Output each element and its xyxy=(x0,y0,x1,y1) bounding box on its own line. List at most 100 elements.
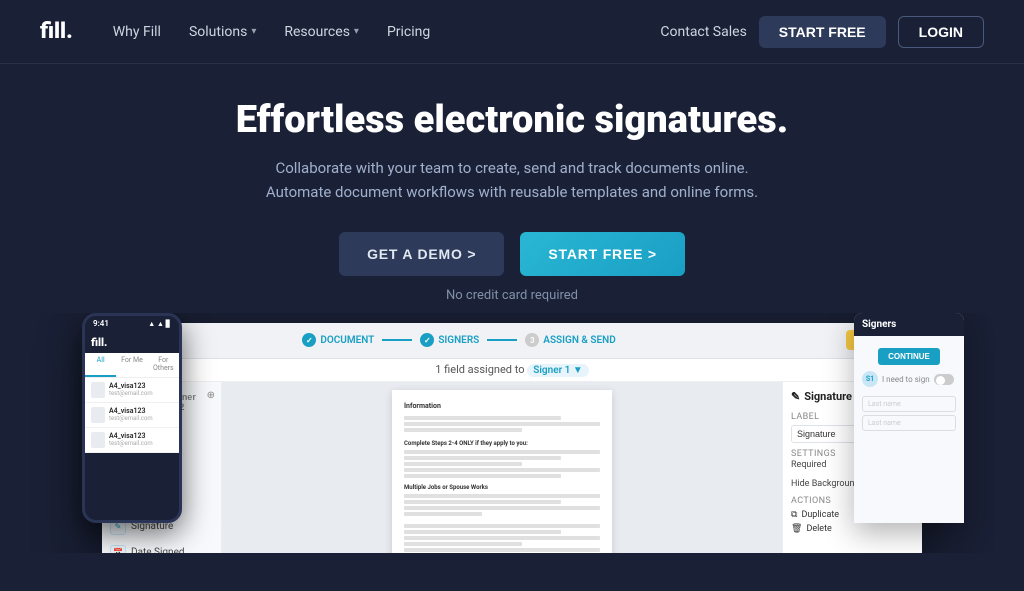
date-field-icon: 📅 xyxy=(110,545,126,553)
doc-line xyxy=(404,536,600,540)
field-date-signed[interactable]: 📅 Date Signed xyxy=(102,540,221,553)
step-num-icon: 3 xyxy=(525,333,539,347)
start-free-hero-button[interactable]: START FREE > xyxy=(520,232,685,276)
step-line-2 xyxy=(487,339,517,341)
doc-line xyxy=(404,428,522,432)
signature-icon: ✎ xyxy=(791,390,800,403)
last-name-input-1[interactable]: Last name xyxy=(862,396,956,412)
chevron-down-icon: ▾ xyxy=(251,26,256,37)
logo[interactable]: fill. xyxy=(40,19,73,44)
hero-subtitle: Collaborate with your team to create, se… xyxy=(266,156,758,204)
doc-line xyxy=(404,456,561,460)
doc-line xyxy=(404,422,600,426)
last-name-input-2[interactable]: Last name xyxy=(862,415,956,431)
doc-title: Information xyxy=(404,402,600,412)
phone-file-icon xyxy=(91,432,105,448)
doc-line xyxy=(404,542,522,546)
doc-line xyxy=(404,468,600,472)
signer-tag[interactable]: Signer 1 ▼ xyxy=(527,364,589,377)
doc-line xyxy=(404,512,482,516)
nav-solutions[interactable]: Solutions ▾ xyxy=(189,24,256,40)
phone-file-info: A4_visa123 test@email.com xyxy=(109,407,173,422)
start-free-nav-button[interactable]: START FREE xyxy=(759,16,886,48)
nav-pricing[interactable]: Pricing xyxy=(387,24,430,40)
phone-file-icon xyxy=(91,407,105,423)
phone-logo: fill. xyxy=(91,336,107,349)
step-signers: ✓ SIGNERS xyxy=(412,333,487,347)
sign-toggle[interactable] xyxy=(934,374,954,385)
doc-line xyxy=(404,524,600,528)
hero-title: Effortless electronic signatures. xyxy=(236,100,788,142)
hero-buttons: GET A DEMO > START FREE > xyxy=(339,232,685,276)
doc-line xyxy=(404,450,600,454)
phone-file-info: A4_visa123 test@email.com xyxy=(109,382,173,397)
phone-tab-for-me[interactable]: For Me xyxy=(116,353,147,377)
navbar: fill. Why Fill Solutions ▾ Resources ▾ P… xyxy=(0,0,1024,64)
hero-section: Effortless electronic signatures. Collab… xyxy=(0,64,1024,303)
assigned-bar: 1 field assigned to Signer 1 ▼ xyxy=(102,359,922,382)
phone-file-icon xyxy=(91,382,105,398)
doc-line xyxy=(404,462,522,466)
sign-note: I need to sign xyxy=(882,375,930,384)
mockup-container: 9:41 ▲ ▲ ▊ fill. All For Me For Others A… xyxy=(0,313,1024,553)
browser-steps: ✓ DOCUMENT ✓ SIGNERS 3 ASSIGN & SEND xyxy=(294,333,623,347)
phone-status-bar: 9:41 ▲ ▲ ▊ xyxy=(85,316,179,332)
phone-tab-for-others[interactable]: For Others xyxy=(148,353,179,377)
doc-line xyxy=(404,506,600,510)
phone-list-item[interactable]: A4_visa123 test@email.com xyxy=(85,378,179,403)
nav-why-fill[interactable]: Why Fill xyxy=(113,24,161,40)
browser-content: Signer 1 ▼ Signer 2 ⊕ Fields N Name @ Em… xyxy=(102,382,922,553)
doc-line xyxy=(404,474,561,478)
nav-links: Why Fill Solutions ▾ Resources ▾ Pricing xyxy=(113,24,431,40)
step-check-icon: ✓ xyxy=(302,333,316,347)
field-date-label: Date Signed xyxy=(131,547,185,553)
add-signer-icon[interactable]: ⊕ xyxy=(207,390,215,414)
chevron-down-icon: ▾ xyxy=(354,26,359,37)
phone-mockup: 9:41 ▲ ▲ ▊ fill. All For Me For Others A… xyxy=(82,313,182,523)
browser-toolbar: ◀ ✓ DOCUMENT ✓ SIGNERS 3 ASSIGN & SEND S… xyxy=(102,323,922,359)
doc-line xyxy=(404,416,561,420)
nav-right-actions: Contact Sales START FREE LOGIN xyxy=(660,16,984,48)
sign-toggle-area xyxy=(934,374,954,385)
step-document: ✓ DOCUMENT xyxy=(294,333,382,347)
settings-title: ✎ Signature xyxy=(791,390,852,403)
signers-panel: Signers CONTINUE S1 I need to sign Last … xyxy=(854,313,964,523)
phone-list-item[interactable]: A4_visa123 test@email.com xyxy=(85,403,179,428)
no-credit-card-text: No credit card required xyxy=(446,288,578,303)
contact-sales-link[interactable]: Contact Sales xyxy=(660,24,746,40)
login-button[interactable]: LOGIN xyxy=(898,16,984,48)
step-assign-send: 3 ASSIGN & SEND xyxy=(517,333,623,347)
signer-avatar: S1 xyxy=(862,371,878,387)
signers-content: CONTINUE S1 I need to sign Last name Las… xyxy=(854,336,964,523)
delete-icon: 🗑 xyxy=(791,524,802,534)
required-label: Required xyxy=(791,460,826,470)
field-signature-label: Signature xyxy=(131,521,173,532)
doc-line xyxy=(404,530,561,534)
doc-section-2: Multiple Jobs or Spouse Works xyxy=(404,484,600,492)
phone-file-list: A4_visa123 test@email.com A4_visa123 tes… xyxy=(85,378,179,453)
doc-line xyxy=(404,548,600,552)
delete-action[interactable]: 🗑 Delete xyxy=(791,524,914,534)
signer-row: S1 I need to sign xyxy=(862,371,956,388)
phone-status-icons: ▲ ▲ ▊ xyxy=(148,320,171,328)
doc-section-title: Complete Steps 2-4 ONLY if they apply to… xyxy=(404,440,600,448)
phone-tab-row: All For Me For Others xyxy=(85,353,179,378)
browser-window: ◀ ✓ DOCUMENT ✓ SIGNERS 3 ASSIGN & SEND S… xyxy=(102,323,922,553)
phone-time: 9:41 xyxy=(93,319,109,328)
document-area: Information Complete Steps 2-4 ONLY if t… xyxy=(222,382,782,553)
step-line-1 xyxy=(382,339,412,341)
duplicate-icon: ⧉ xyxy=(791,510,797,520)
phone-tab-all[interactable]: All xyxy=(85,353,116,377)
phone-app-header: fill. xyxy=(85,332,179,353)
continue-button[interactable]: CONTINUE xyxy=(878,348,940,365)
doc-line xyxy=(404,494,600,498)
phone-file-info: A4_visa123 test@email.com xyxy=(109,432,173,447)
get-demo-button[interactable]: GET A DEMO > xyxy=(339,232,504,276)
hide-bg-label: Hide Background xyxy=(791,479,860,489)
signers-panel-header: Signers xyxy=(854,313,964,336)
phone-list-item[interactable]: A4_visa123 test@email.com xyxy=(85,428,179,453)
doc-line xyxy=(404,500,561,504)
signer-info: I need to sign xyxy=(882,371,930,388)
nav-resources[interactable]: Resources ▾ xyxy=(284,24,359,40)
document-page: Information Complete Steps 2-4 ONLY if t… xyxy=(392,390,612,553)
